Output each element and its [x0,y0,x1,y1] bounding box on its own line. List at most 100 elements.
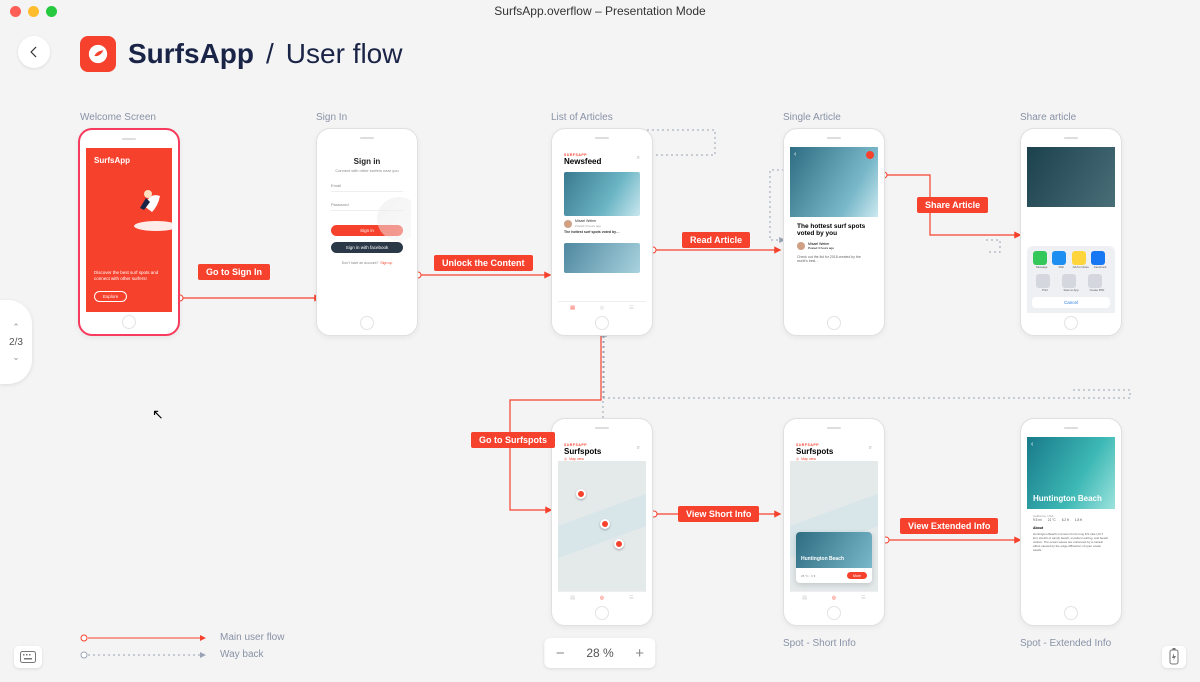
search-icon[interactable]: ⌕ [637,155,640,162]
spot-card-title: Huntington Beach [801,556,844,562]
tab-bar[interactable]: ▤◎☰ [558,591,646,603]
screen-share[interactable]: Message Mail Add to Notes Facebook Print… [1020,128,1122,336]
screen-label-spot-short: Spot - Short Info [783,638,856,649]
share-app-message[interactable]: Message [1033,251,1051,269]
spot-card-stats: 25 °C · 6 ft [801,574,815,578]
share-icon[interactable] [866,151,874,159]
screen-label-article: Single Article [783,112,841,123]
screen-signin[interactable]: Sign in Connect with other surfers near … [316,128,418,336]
back-icon[interactable]: ‹ [794,151,796,158]
zoom-control[interactable]: − 28 % + [544,638,655,668]
spot-info-card[interactable]: Huntington Beach 25 °C · 6 ft More [796,532,872,583]
flow-label-read[interactable]: Read Article [682,232,750,248]
signin-title: Sign in [331,157,403,166]
tab-spots-icon: ◎ [587,302,616,313]
legend: Main user flow Way back [80,626,284,660]
signup-link[interactable]: Sign up [380,261,392,265]
share-dimmed-hero [1027,147,1115,207]
signin-tagline: Connect with other surfers near you [331,168,403,173]
share-app-notes[interactable]: Add to Notes [1072,251,1090,269]
feed-author-time: Posted 3 hours ago [575,224,601,228]
zoom-value: 28 % [576,646,623,660]
map-area[interactable] [558,461,646,591]
screen-spot-short[interactable]: SURFSAPP Surfspots ⌕ ◎Map view Huntingto… [783,418,885,626]
zoom-out-button[interactable]: − [544,638,576,668]
welcome-explore-button[interactable]: Explore [94,291,127,302]
spot-stats: 9.5 mi 21 °C 6.2 ft 1.8 ft [1033,518,1109,522]
share-action-pdf[interactable]: Create PDF [1088,274,1106,292]
share-app-facebook[interactable]: Facebook [1091,251,1109,269]
signin-footer: Don't have an account?Sign up [331,261,403,265]
stepper-value: 2/3 [9,337,23,348]
screen-article[interactable]: ‹ The hottest surf spots voted by you Mi… [783,128,885,336]
feed-title: Newsfeed [564,157,640,166]
flow-label-go-surfspots[interactable]: Go to Surfspots [471,432,555,448]
flow-label-unlock[interactable]: Unlock the Content [434,255,533,271]
spot-ext-title: Huntington Beach [1033,495,1102,503]
app-logo [80,36,116,72]
flow-label-share[interactable]: Share Article [917,197,988,213]
page-title: User flow [286,38,403,70]
avatar [797,242,805,250]
screen-label-signin: Sign In [316,112,347,123]
back-button[interactable] [18,36,50,68]
screen-surfspots-map[interactable]: SURFSAPP Surfspots ⌕ ◎Map view ▤◎☰ [551,418,653,626]
spot-more-button[interactable]: More [847,572,867,579]
article-hero-image: ‹ [790,147,878,217]
search-icon[interactable]: ⌕ [637,445,640,452]
screen-label-welcome: Welcome Screen [80,112,156,123]
share-action-save[interactable]: Save to App [1062,274,1080,292]
flow-label-view-ext[interactable]: View Extended Info [900,518,998,534]
window-titlebar: SurfsApp.overflow – Presentation Mode [0,0,1200,22]
battery-icon[interactable] [1162,646,1186,668]
tab-home-icon: ▤ [558,302,587,313]
legend-way-back: Way back [220,649,264,660]
avatar [564,220,572,228]
screen-label-spot-ext: Spot - Extended Info [1020,638,1111,649]
tab-bar[interactable]: ▤ ◎ ☰ [558,301,646,313]
surfer-illustration [116,176,172,236]
zoom-in-button[interactable]: + [624,638,656,668]
flow-canvas[interactable]: Welcome Screen Sign In List of Articles … [0,100,1200,622]
app-name: SurfsApp [128,38,254,70]
page-header: SurfsApp / User flow [80,36,402,72]
signin-email-field[interactable]: Email [331,183,403,192]
flow-label-view-short[interactable]: View Short Info [678,506,759,522]
screen-spot-extended[interactable]: ‹ Huntington Beach California, USA 9.5 m… [1020,418,1122,626]
flow-label-go-signin[interactable]: Go to Sign In [198,264,270,280]
feed-hero-image[interactable] [564,172,640,216]
feed-headline[interactable]: The hottest surf spots voted by… [564,231,640,235]
ios-share-sheet[interactable]: Message Mail Add to Notes Facebook Print… [1027,246,1115,313]
chevron-up-icon[interactable]: ⌃ [12,322,20,333]
map-pin[interactable] [614,539,624,549]
page-stepper[interactable]: ⌃ 2/3 ⌄ [0,300,32,384]
share-app-mail[interactable]: Mail [1052,251,1070,269]
back-icon[interactable]: ‹ [1031,441,1033,448]
feed-secondary-image[interactable] [564,243,640,273]
article-body: Check out the list for 2018 created by t… [797,255,871,264]
screen-label-share: Share article [1020,112,1076,123]
cursor-icon: ↖ [152,406,164,423]
signin-facebook-button[interactable]: Sign in with facebook [331,242,403,253]
screen-newsfeed[interactable]: SURFSAPP Newsfeed ⌕ Misael Weber Posted … [551,128,653,336]
share-cancel-button[interactable]: Cancel [1032,297,1110,308]
article-title: The hottest surf spots voted by you [797,223,871,238]
map-pin[interactable] [576,489,586,499]
map-pin[interactable] [600,519,610,529]
tab-bar[interactable]: ▤◎☰ [790,591,878,603]
keyboard-icon[interactable] [14,646,42,668]
legend-main-flow: Main user flow [220,632,284,643]
spot-hero-image: ‹ Huntington Beach [1027,437,1115,509]
chevron-down-icon[interactable]: ⌄ [12,352,20,363]
spot-about-text: Huntington Beach is known for its long 8… [1033,532,1109,552]
share-action-print[interactable]: Print [1036,274,1054,292]
article-author-time: Posted 3 hours ago [808,246,834,250]
welcome-logo-text: SurfsApp [94,156,164,165]
screen-label-feed: List of Articles [551,112,613,123]
screen-welcome[interactable]: SurfsApp Discover the best surf spots an… [78,128,180,336]
header-separator: / [266,38,274,70]
window-title: SurfsApp.overflow – Presentation Mode [0,4,1200,18]
welcome-blurb: Discover the best surf spots and connect… [94,270,164,282]
search-icon[interactable]: ⌕ [869,445,872,452]
tab-profile-icon: ☰ [617,302,646,313]
